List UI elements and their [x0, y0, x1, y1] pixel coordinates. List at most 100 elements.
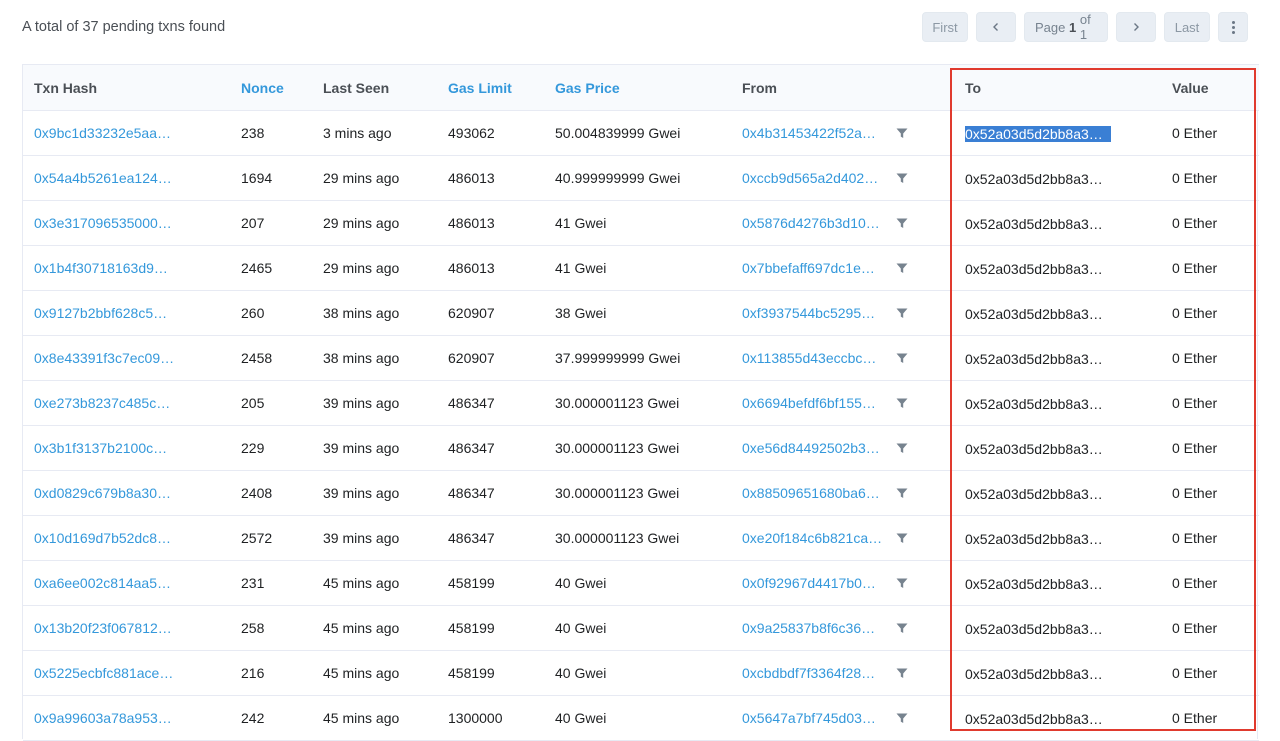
filter-icon[interactable]: [896, 713, 908, 724]
gas-price-cell: 50.004839999 Gwei: [544, 110, 731, 156]
more-options-button[interactable]: [1218, 12, 1248, 42]
table-row: 0x10d169d7b52dc8… 2572 39 mins ago 486347 30…: [23, 515, 1259, 561]
filter-icon[interactable]: [896, 623, 908, 634]
last-seen-cell: 29 mins ago: [312, 245, 437, 291]
txn-hash-link[interactable]: 0x13b20f23f067812…: [23, 605, 230, 651]
to-address[interactable]: 0x52a03d5d2bb8a3…: [965, 306, 1111, 322]
gas-price-cell: 41 Gwei: [544, 245, 731, 291]
filter-icon[interactable]: [896, 128, 908, 139]
from-cell: 0x4b31453422f52a…: [731, 110, 954, 156]
col-gas-price[interactable]: Gas Price: [544, 64, 731, 111]
filter-icon[interactable]: [896, 398, 908, 409]
from-address-link[interactable]: 0xccb9d565a2d402…: [742, 170, 888, 186]
from-address-link[interactable]: 0x113855d43eccbc…: [742, 350, 888, 366]
to-address[interactable]: 0x52a03d5d2bb8a3…: [965, 261, 1111, 277]
from-address-link[interactable]: 0x88509651680ba6…: [742, 485, 888, 501]
txn-hash-link[interactable]: 0xd0829c679b8a30…: [23, 470, 230, 516]
to-cell: 0x52a03d5d2bb8a3…: [954, 470, 1161, 516]
nonce-cell: 2572: [230, 515, 312, 561]
to-address[interactable]: 0x52a03d5d2bb8a3…: [965, 621, 1111, 637]
value-cell: 0 Ether: [1161, 200, 1259, 246]
last-seen-cell: 29 mins ago: [312, 200, 437, 246]
txn-hash-link[interactable]: 0xe273b8237c485c…: [23, 380, 230, 426]
txn-hash-link[interactable]: 0x9127b2bbf628c5…: [23, 290, 230, 336]
txn-hash-link[interactable]: 0x9bc1d33232e5aa…: [23, 110, 230, 156]
table-row: 0xd0829c679b8a30… 2408 39 mins ago 486347 30…: [23, 470, 1259, 516]
from-address-link[interactable]: 0x7bbefaff697dc1e…: [742, 260, 888, 276]
from-address-link[interactable]: 0xcbdbdf7f3364f28…: [742, 665, 888, 681]
next-page-button[interactable]: [1116, 12, 1156, 42]
txn-hash-link[interactable]: 0x8e43391f3c7ec09…: [23, 335, 230, 381]
filter-icon[interactable]: [896, 308, 908, 319]
nonce-cell: 229: [230, 425, 312, 471]
table-body: 0x9bc1d33232e5aa… 238 3 mins ago 493062 50.0…: [23, 110, 1259, 741]
from-address-link[interactable]: 0x4b31453422f52a…: [742, 125, 888, 141]
first-page-button[interactable]: First: [922, 12, 968, 42]
txn-hash-link[interactable]: 0x10d169d7b52dc8…: [23, 515, 230, 561]
filter-icon[interactable]: [896, 218, 908, 229]
to-address[interactable]: 0x52a03d5d2bb8a3…: [965, 216, 1111, 232]
txn-hash-link[interactable]: 0x1b4f30718163d9…: [23, 245, 230, 291]
from-cell: 0xe20f184c6b821ca…: [731, 515, 954, 561]
to-address[interactable]: 0x52a03d5d2bb8a3…: [965, 441, 1111, 457]
to-address[interactable]: 0x52a03d5d2bb8a3…: [965, 711, 1111, 727]
from-cell: 0xe56d84492502b3…: [731, 425, 954, 471]
table-row: 0xe273b8237c485c… 205 39 mins ago 486347 30.…: [23, 380, 1259, 426]
table-row: 0x3e317096535000… 207 29 mins ago 486013 41 …: [23, 200, 1259, 246]
gas-limit-cell: 620907: [437, 290, 544, 336]
to-address[interactable]: 0x52a03d5d2bb8a3…: [965, 486, 1111, 502]
value-cell: 0 Ether: [1161, 695, 1259, 741]
from-cell: 0xf3937544bc5295…: [731, 290, 954, 336]
from-address-link[interactable]: 0x9a25837b8f6c36…: [742, 620, 888, 636]
page-header: A total of 37 pending txns found First P…: [0, 0, 1280, 58]
gas-price-cell: 40 Gwei: [544, 695, 731, 741]
from-address-link[interactable]: 0x0f92967d4417b0…: [742, 575, 888, 591]
txn-hash-link[interactable]: 0x9a99603a78a953…: [23, 695, 230, 741]
from-address-link[interactable]: 0xe56d84492502b3…: [742, 440, 888, 456]
nonce-cell: 231: [230, 560, 312, 606]
txn-hash-link[interactable]: 0x3b1f3137b2100c…: [23, 425, 230, 471]
value-cell: 0 Ether: [1161, 335, 1259, 381]
to-address[interactable]: 0x52a03d5d2bb8a3…: [965, 125, 1111, 142]
table-row: 0x5225ecbfc881ace… 216 45 mins ago 458199 40…: [23, 650, 1259, 696]
filter-icon[interactable]: [896, 668, 908, 679]
txn-hash-link[interactable]: 0x5225ecbfc881ace…: [23, 650, 230, 696]
filter-icon[interactable]: [896, 353, 908, 364]
last-seen-cell: 39 mins ago: [312, 515, 437, 561]
col-nonce[interactable]: Nonce: [230, 64, 312, 111]
to-address[interactable]: 0x52a03d5d2bb8a3…: [965, 576, 1111, 592]
gas-limit-cell: 486347: [437, 515, 544, 561]
to-address[interactable]: 0x52a03d5d2bb8a3…: [965, 666, 1111, 682]
filter-icon[interactable]: [896, 263, 908, 274]
to-address[interactable]: 0x52a03d5d2bb8a3…: [965, 531, 1111, 547]
to-address[interactable]: 0x52a03d5d2bb8a3…: [965, 171, 1111, 187]
col-gas-limit[interactable]: Gas Limit: [437, 64, 544, 111]
value-cell: 0 Ether: [1161, 650, 1259, 696]
last-seen-cell: 45 mins ago: [312, 605, 437, 651]
gas-limit-cell: 1300000: [437, 695, 544, 741]
txn-hash-link[interactable]: 0x54a4b5261ea124…: [23, 155, 230, 201]
from-address-link[interactable]: 0x5876d4276b3d10…: [742, 215, 888, 231]
txn-hash-link[interactable]: 0x3e317096535000…: [23, 200, 230, 246]
table-row: 0x3b1f3137b2100c… 229 39 mins ago 486347 30.…: [23, 425, 1259, 471]
from-address-link[interactable]: 0xf3937544bc5295…: [742, 305, 888, 321]
filter-icon[interactable]: [896, 488, 908, 499]
prev-page-button[interactable]: [976, 12, 1016, 42]
to-address[interactable]: 0x52a03d5d2bb8a3…: [965, 396, 1111, 412]
filter-icon[interactable]: [896, 533, 908, 544]
last-seen-cell: 3 mins ago: [312, 110, 437, 156]
gas-limit-cell: 486013: [437, 200, 544, 246]
table-row: 0x8e43391f3c7ec09… 2458 38 mins ago 620907 3…: [23, 335, 1259, 381]
filter-icon[interactable]: [896, 173, 908, 184]
gas-limit-cell: 486347: [437, 425, 544, 471]
from-address-link[interactable]: 0x5647a7bf745d03…: [742, 710, 888, 726]
txn-hash-link[interactable]: 0xa6ee002c814aa5…: [23, 560, 230, 606]
to-address[interactable]: 0x52a03d5d2bb8a3…: [965, 351, 1111, 367]
filter-icon[interactable]: [896, 578, 908, 589]
to-cell: 0x52a03d5d2bb8a3…: [954, 605, 1161, 651]
filter-icon[interactable]: [896, 443, 908, 454]
from-address-link[interactable]: 0xe20f184c6b821ca…: [742, 530, 888, 546]
from-cell: 0x7bbefaff697dc1e…: [731, 245, 954, 291]
last-page-button[interactable]: Last: [1164, 12, 1210, 42]
from-address-link[interactable]: 0x6694befdf6bf155…: [742, 395, 888, 411]
